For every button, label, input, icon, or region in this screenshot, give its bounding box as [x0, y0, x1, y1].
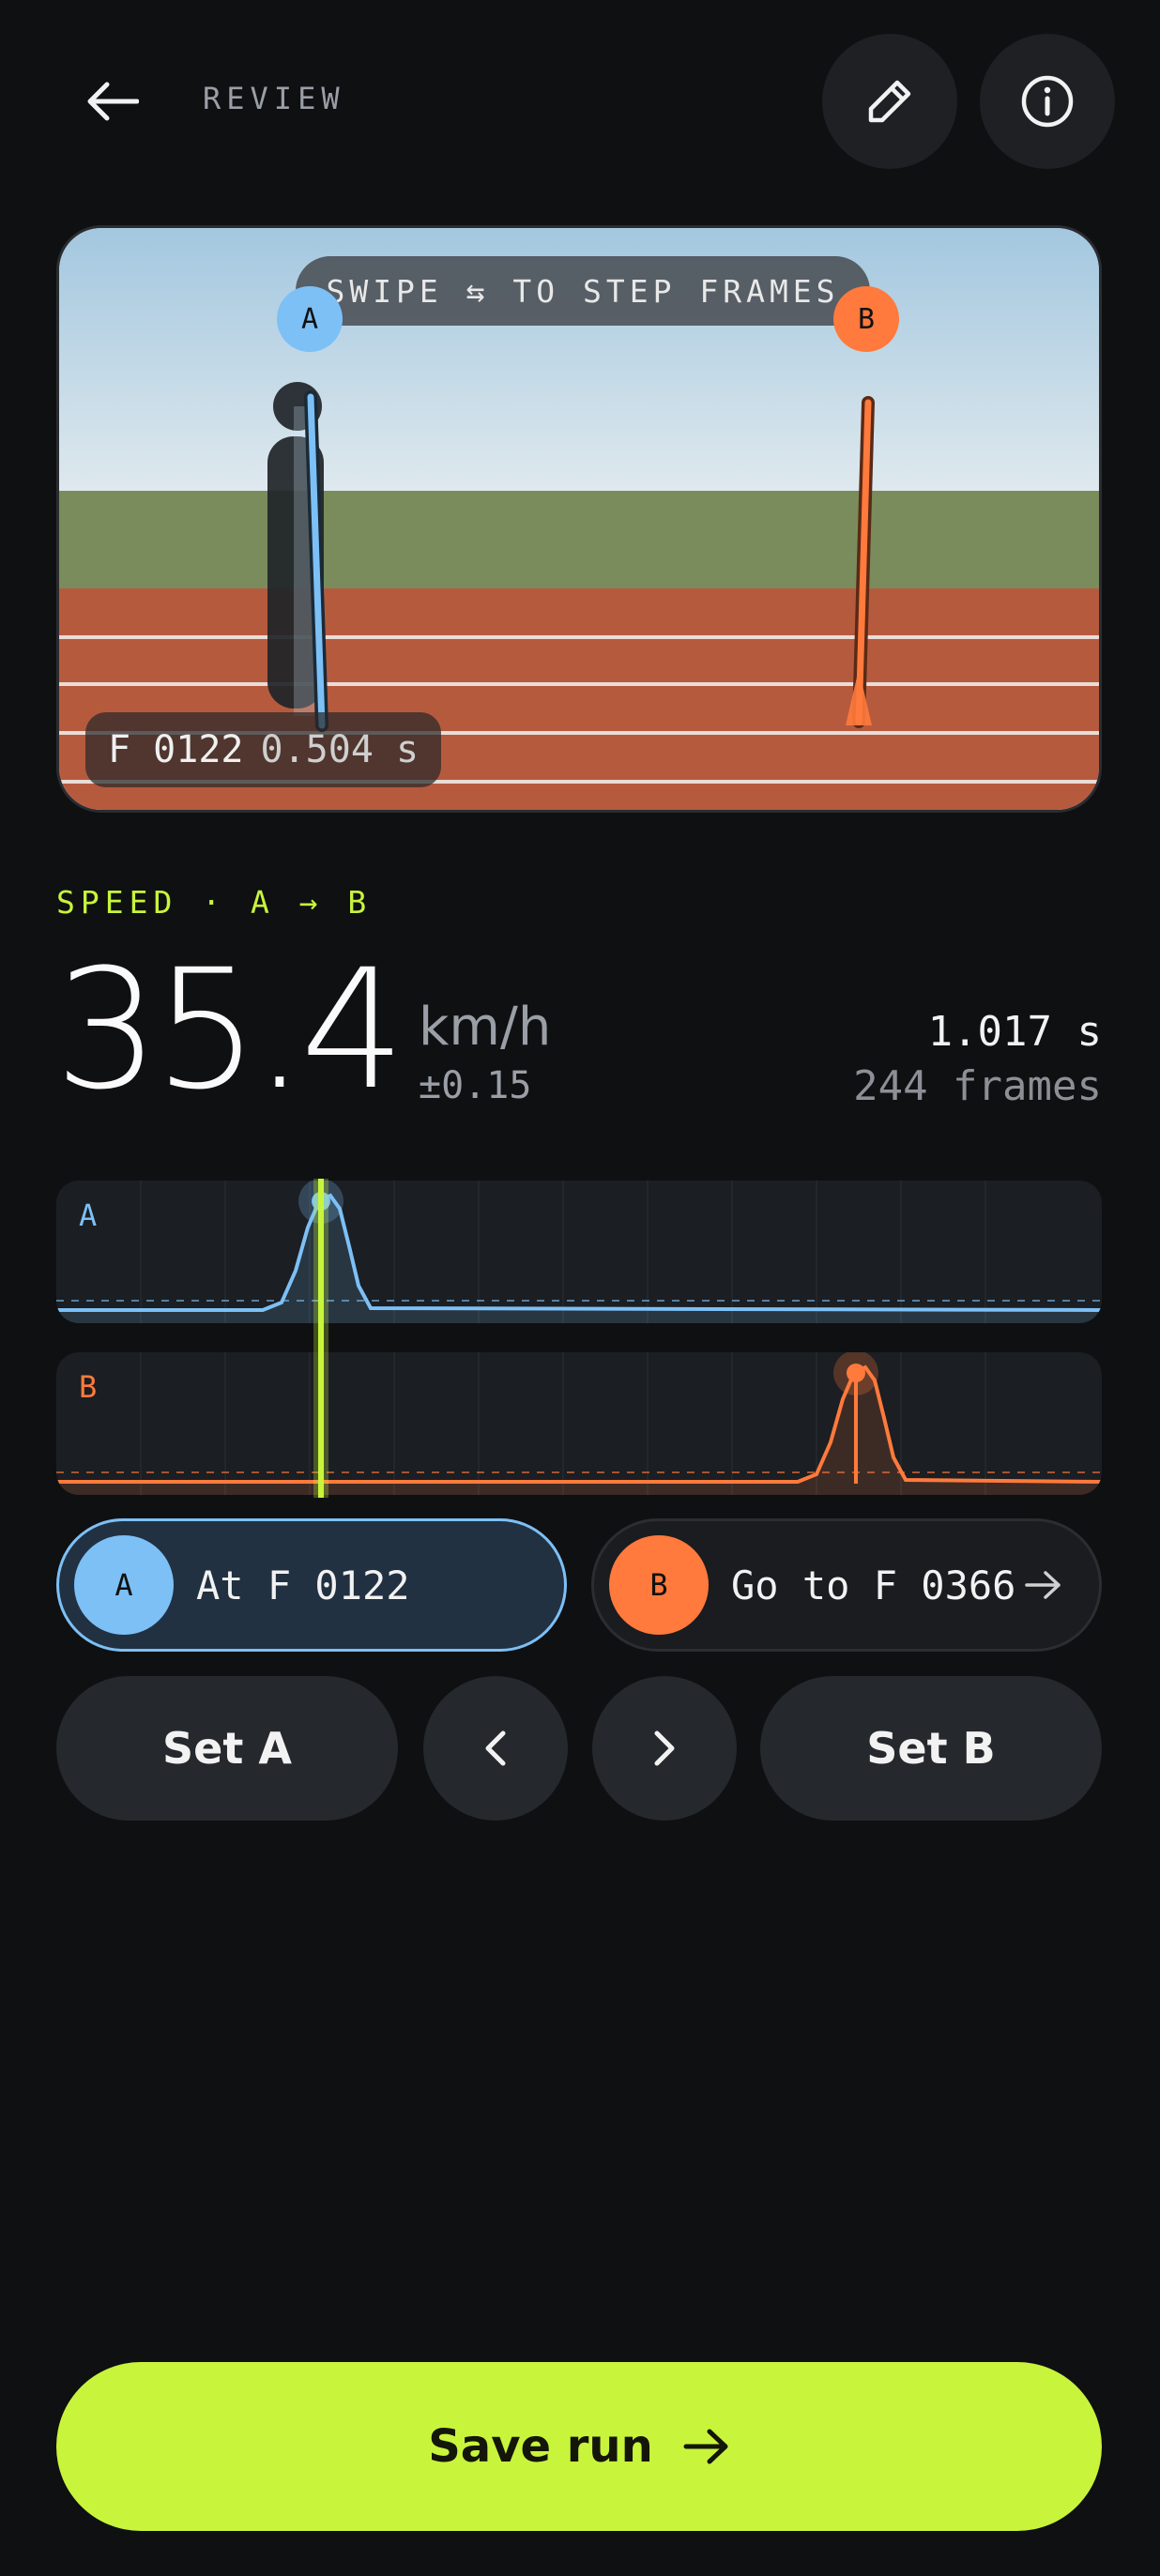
arrow-right-icon: [1025, 1571, 1061, 1599]
set-b-button[interactable]: Set B: [760, 1676, 1102, 1821]
speed-error: ±0.15: [419, 1064, 532, 1107]
marker-a-dot: A: [74, 1535, 174, 1635]
marker-a-pill[interactable]: A At F 0122: [56, 1518, 567, 1652]
speed-value: 35.4: [54, 934, 405, 1126]
speed-unit: km/h: [419, 997, 552, 1058]
go-to-marker-b-button[interactable]: B Go to F 0366: [591, 1518, 1102, 1652]
marker-b-handle[interactable]: B: [833, 286, 899, 352]
video-frame[interactable]: SWIPE ⇆ TO STEP FRAMES A B F 0122 0.504 …: [56, 225, 1102, 813]
swipe-hint: SWIPE ⇆ TO STEP FRAMES: [296, 256, 870, 326]
trace-b-plot: [56, 1352, 1102, 1495]
trace-a-plot: [56, 1181, 1102, 1323]
frame-count: 244 frames: [853, 1062, 1102, 1110]
edit-button[interactable]: [822, 34, 957, 169]
page-title: REVIEW: [203, 81, 345, 116]
pencil-icon: [868, 80, 911, 123]
frame-time: 0.504 s: [260, 728, 420, 771]
marker-a-text: At F 0122: [196, 1562, 410, 1608]
trace-b-chart[interactable]: B: [56, 1352, 1102, 1495]
duration: 1.017 s: [927, 1008, 1102, 1056]
marker-b-text: Go to F 0366: [731, 1562, 1016, 1608]
chevron-left-icon: [485, 1730, 506, 1766]
back-button[interactable]: [56, 56, 169, 146]
marker-b-dot: B: [609, 1535, 709, 1635]
frame-badge: F 0122 0.504 s: [85, 712, 442, 787]
info-icon: [1021, 75, 1074, 128]
save-run-button[interactable]: Save run: [56, 2362, 1102, 2531]
frame-number: F 0122: [108, 728, 244, 771]
trace-b-label: B: [79, 1369, 98, 1405]
trace-a-chart[interactable]: A: [56, 1181, 1102, 1323]
chevron-right-icon: [654, 1730, 675, 1766]
arrow-left-icon: [87, 82, 139, 121]
previous-frame-button[interactable]: [423, 1676, 568, 1821]
next-frame-button[interactable]: [592, 1676, 737, 1821]
save-run-label: Save run: [428, 2420, 653, 2473]
arrow-right-icon: [683, 2429, 728, 2464]
trace-a-label: A: [79, 1197, 98, 1233]
set-a-button[interactable]: Set A: [56, 1676, 398, 1821]
speed-label: SPEED · A → B: [56, 884, 373, 921]
info-button[interactable]: [980, 34, 1115, 169]
marker-a-handle[interactable]: A: [277, 286, 343, 352]
playhead[interactable]: [313, 1179, 328, 1498]
